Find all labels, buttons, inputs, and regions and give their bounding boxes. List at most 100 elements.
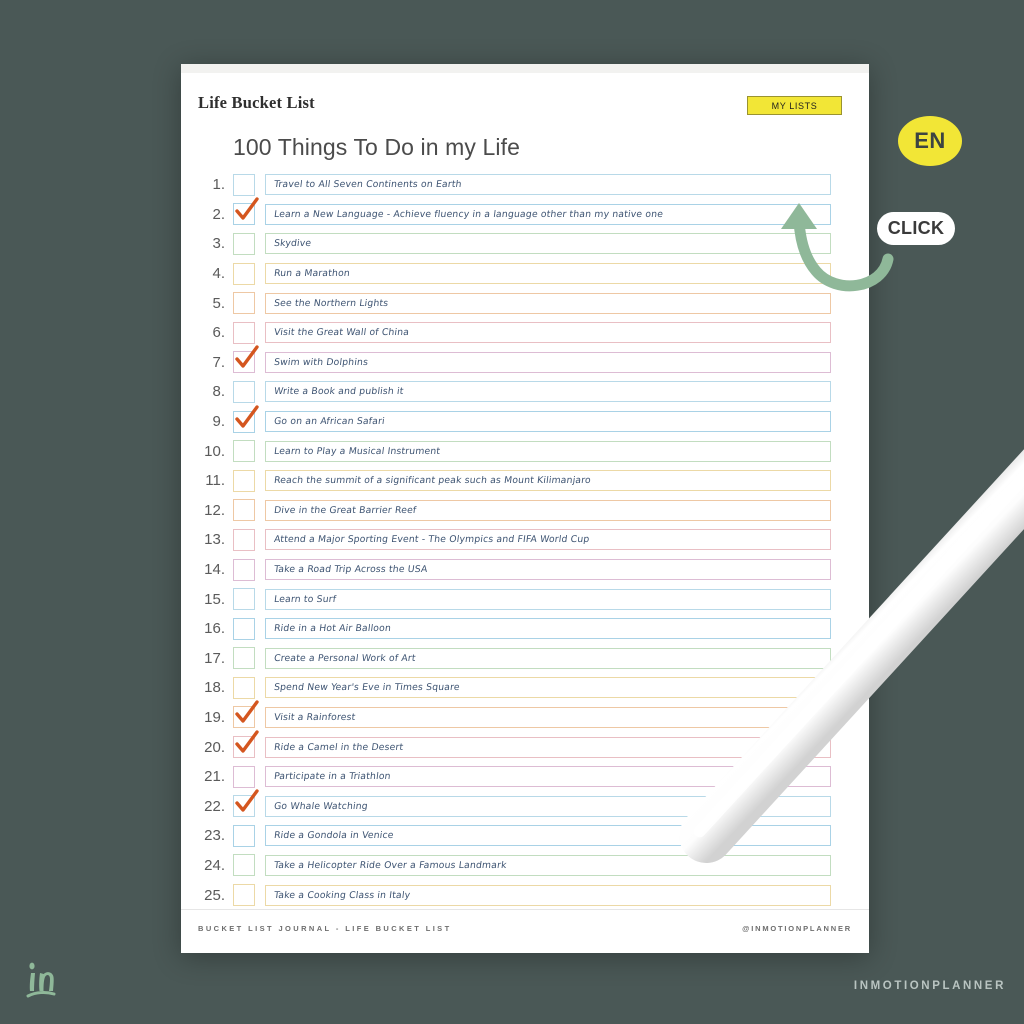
- task-text: Take a Helicopter Ride Over a Famous Lan…: [273, 859, 508, 871]
- task-text-field[interactable]: Take a Cooking Class in Italy: [265, 884, 831, 906]
- task-checkbox[interactable]: [233, 499, 255, 522]
- task-checkbox[interactable]: [233, 647, 255, 670]
- checkmark-icon: [235, 404, 259, 428]
- task-row[interactable]: 12. Dive in the Great Barrier Reef: [181, 496, 869, 526]
- task-text-field[interactable]: Run a Marathon: [265, 263, 831, 285]
- task-text-field[interactable]: Take a Road Trip Across the USA: [265, 559, 831, 581]
- task-row[interactable]: 9. Go on an African Safari: [181, 404, 869, 437]
- task-text-field[interactable]: Go Whale Watching: [265, 795, 831, 817]
- task-row[interactable]: 22. Go Whale Watching: [181, 789, 869, 821]
- task-row[interactable]: 16. Ride in a Hot Air Balloon: [181, 614, 869, 644]
- task-number: 24.: [204, 856, 225, 874]
- task-checkbox[interactable]: [233, 558, 255, 581]
- task-text-field[interactable]: Write a Book and publish it: [265, 381, 831, 403]
- task-text: Reach the summit of a significant peak s…: [273, 475, 592, 487]
- task-row[interactable]: 11. Reach the summit of a significant pea…: [181, 466, 869, 496]
- task-row[interactable]: 5. See the Northern Lights: [181, 288, 869, 318]
- click-hint-button[interactable]: CLICK: [877, 212, 955, 245]
- task-row[interactable]: 15. Learn to Surf: [181, 584, 869, 614]
- task-text-field[interactable]: Create a Personal Work of Art: [265, 647, 831, 669]
- task-checkbox[interactable]: [233, 440, 255, 463]
- task-text-field[interactable]: Learn a New Language - Achieve fluency i…: [265, 203, 831, 225]
- task-row[interactable]: 4. Run a Marathon: [181, 259, 869, 289]
- task-row[interactable]: 10. Learn to Play a Musical Instrument: [181, 436, 869, 466]
- task-checkbox[interactable]: [233, 197, 259, 226]
- task-text: Take a Road Trip Across the USA: [273, 564, 429, 576]
- task-text-field[interactable]: Ride in a Hot Air Balloon: [265, 618, 831, 640]
- task-number: 3.: [212, 235, 225, 253]
- task-checkbox[interactable]: [233, 884, 255, 907]
- task-checkbox[interactable]: [233, 730, 259, 759]
- task-text-field[interactable]: See the Northern Lights: [265, 292, 831, 314]
- task-row[interactable]: 21. Participate in a Triathlon: [181, 762, 869, 792]
- task-row[interactable]: 3. Skydive: [181, 229, 869, 259]
- task-text-field[interactable]: Attend a Major Sporting Event - The Olym…: [265, 529, 831, 551]
- task-row[interactable]: 24. Take a Helicopter Ride Over a Famous …: [181, 851, 869, 881]
- task-text-field[interactable]: Ride a Camel in the Desert: [265, 736, 831, 758]
- task-number: 10.: [204, 442, 225, 460]
- task-text-field[interactable]: Skydive: [265, 233, 831, 255]
- task-text-field[interactable]: Spend New Year's Eve in Times Square: [265, 677, 831, 699]
- task-row[interactable]: 19. Visit a Rainforest: [181, 700, 869, 733]
- footer-left-text: BUCKET LIST JOURNAL - LIFE BUCKET LIST: [198, 924, 452, 933]
- task-checkbox[interactable]: [233, 824, 255, 847]
- brand-title: Life Bucket List: [198, 93, 315, 112]
- task-number: 11.: [205, 472, 225, 490]
- task-checkbox[interactable]: [233, 380, 255, 403]
- task-checkbox[interactable]: [233, 262, 255, 285]
- task-row[interactable]: 23. Ride a Gondola in Venice: [181, 821, 869, 851]
- task-text: Ride in a Hot Air Balloon: [273, 623, 392, 635]
- task-text: Dive in the Great Barrier Reef: [273, 504, 417, 516]
- task-text: Learn to Play a Musical Instrument: [273, 445, 441, 457]
- task-row[interactable]: 14. Take a Road Trip Across the USA: [181, 555, 869, 585]
- task-checkbox[interactable]: [233, 173, 255, 196]
- task-checkbox[interactable]: [233, 345, 259, 374]
- task-row[interactable]: 17. Create a Personal Work of Art: [181, 644, 869, 674]
- task-checkbox[interactable]: [233, 469, 255, 492]
- checkmark-icon: [235, 700, 259, 724]
- task-text-field[interactable]: Ride a Gondola in Venice: [265, 825, 831, 847]
- task-checkbox[interactable]: [233, 676, 255, 699]
- task-checkbox[interactable]: [233, 588, 255, 611]
- task-number: 6.: [212, 324, 225, 342]
- task-text-field[interactable]: Swim with Dolphins: [265, 351, 831, 373]
- task-row[interactable]: 6. Visit the Great Wall of China: [181, 318, 869, 348]
- task-row[interactable]: 13. Attend a Major Sporting Event - The O…: [181, 525, 869, 555]
- task-row[interactable]: 18. Spend New Year's Eve in Times Square: [181, 673, 869, 703]
- task-checkbox[interactable]: [233, 404, 259, 433]
- task-text: Write a Book and publish it: [273, 386, 405, 398]
- task-row[interactable]: 8. Write a Book and publish it: [181, 377, 869, 407]
- task-checkbox[interactable]: [233, 617, 255, 640]
- language-badge-en[interactable]: EN: [898, 116, 962, 166]
- document-footer: BUCKET LIST JOURNAL - LIFE BUCKET LIST @…: [181, 909, 869, 953]
- my-lists-button[interactable]: MY LISTS: [747, 96, 842, 115]
- task-text-field[interactable]: Go on an African Safari: [265, 411, 831, 433]
- task-checkbox[interactable]: [233, 292, 255, 315]
- task-text-field[interactable]: Learn to Play a Musical Instrument: [265, 440, 831, 462]
- task-checkbox[interactable]: [233, 854, 255, 877]
- task-row[interactable]: 2. Learn a New Language - Achieve fluency…: [181, 197, 869, 230]
- task-number: 15.: [204, 590, 225, 608]
- task-text-field[interactable]: Learn to Surf: [265, 588, 831, 610]
- task-checkbox[interactable]: [233, 528, 255, 551]
- task-text-field[interactable]: Reach the summit of a significant peak s…: [265, 470, 831, 492]
- task-checkbox[interactable]: [233, 321, 255, 344]
- task-row[interactable]: 20. Ride a Camel in the Desert: [181, 730, 869, 762]
- task-text-field[interactable]: Travel to All Seven Continents on Earth: [265, 174, 831, 196]
- task-number: 16.: [204, 620, 225, 638]
- task-number: 22.: [204, 797, 225, 815]
- task-number: 19.: [204, 708, 225, 726]
- task-text-field[interactable]: Participate in a Triathlon: [265, 766, 831, 788]
- click-arrow-icon: [781, 203, 894, 292]
- task-row[interactable]: 1. Travel to All Seven Continents on Eart…: [181, 170, 869, 200]
- task-checkbox[interactable]: [233, 232, 255, 255]
- task-row[interactable]: 7. Swim with Dolphins: [181, 345, 869, 378]
- task-row[interactable]: 25. Take a Cooking Class in Italy: [181, 880, 869, 910]
- task-text-field[interactable]: Visit the Great Wall of China: [265, 322, 831, 344]
- task-text-field[interactable]: Dive in the Great Barrier Reef: [265, 499, 831, 521]
- task-checkbox[interactable]: [233, 789, 259, 818]
- task-text-field[interactable]: Take a Helicopter Ride Over a Famous Lan…: [265, 854, 831, 876]
- task-checkbox[interactable]: [233, 765, 255, 788]
- task-checkbox[interactable]: [233, 700, 259, 729]
- task-text-field[interactable]: Visit a Rainforest: [265, 706, 831, 728]
